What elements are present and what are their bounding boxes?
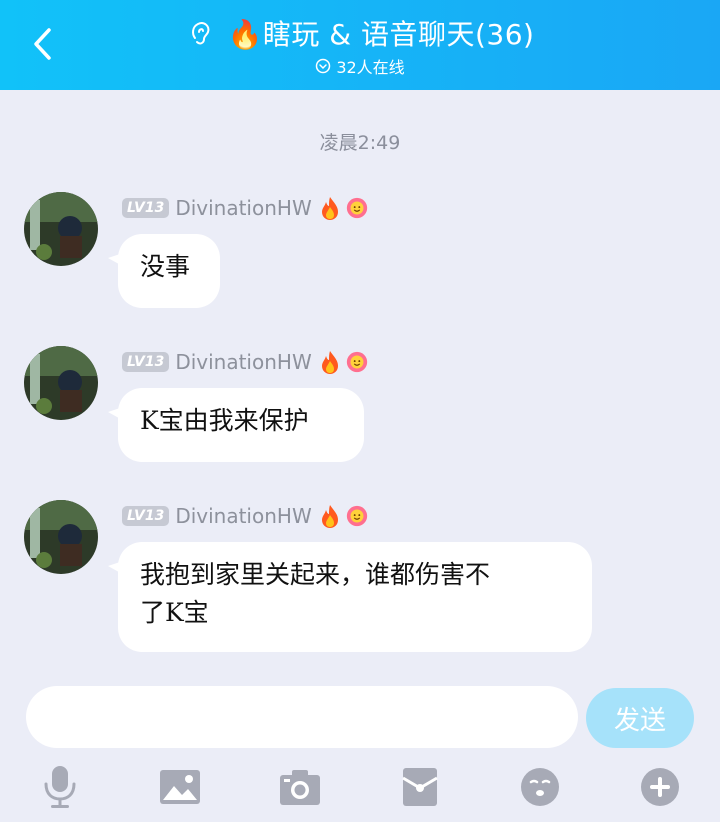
fire-icon [321, 505, 338, 528]
message-timestamp: 凌晨2:49 [319, 132, 401, 154]
fire-icon [321, 197, 338, 220]
image-icon[interactable] [157, 764, 203, 810]
title-row[interactable]: 🔥瞎玩 & 语音聊天(36) [0, 12, 720, 54]
avatar[interactable] [24, 192, 98, 266]
message-bubble[interactable]: K宝由我来保护 [108, 388, 364, 462]
send-button[interactable]: 发送 [586, 688, 694, 748]
sender-nickname[interactable]: DivinationHW [175, 350, 311, 374]
message-bubble[interactable]: 我抱到家里关起来，谁都伤害不 了K宝 [108, 542, 592, 652]
message-text-line: 我抱到家里关起来，谁都伤害不 [140, 560, 491, 589]
microphone-icon[interactable] [37, 764, 83, 810]
plus-icon[interactable] [637, 764, 683, 810]
message-text: 没事 [140, 252, 191, 281]
level-badge: LV13 [122, 198, 170, 218]
red-packet-icon[interactable] [397, 764, 443, 810]
camera-icon[interactable] [277, 764, 323, 810]
level-badge: LV13 [122, 352, 170, 372]
flower-badge-icon [346, 197, 367, 219]
message-text: K宝由我来保护 [140, 406, 309, 435]
sender-nickname[interactable]: DivinationHW [175, 504, 311, 528]
sender-info: LV13 DivinationHW [122, 502, 372, 530]
sender-nickname[interactable]: DivinationHW [175, 196, 311, 220]
sender-info: LV13 DivinationHW [122, 194, 372, 222]
chat-header: 🔥瞎玩 & 语音聊天(36) 32人在线 [0, 0, 720, 90]
message-input[interactable] [26, 686, 578, 748]
fire-icon [321, 351, 338, 374]
flower-badge-icon [346, 505, 367, 527]
avatar[interactable] [24, 346, 98, 420]
group-title: 🔥瞎玩 & 语音聊天(36) [227, 18, 535, 51]
emoji-icon[interactable] [517, 764, 563, 810]
avatar[interactable] [24, 500, 98, 574]
message-bubble[interactable]: 没事 [108, 234, 220, 308]
sender-info: LV13 DivinationHW [122, 348, 372, 376]
online-count: 32人在线 [336, 58, 405, 77]
flower-badge-icon [346, 351, 367, 373]
chevron-down-circle-icon [316, 58, 331, 74]
ear-icon [191, 22, 209, 45]
online-status[interactable]: 32人在线 [0, 54, 720, 78]
message-text-line: 了K宝 [140, 598, 209, 627]
level-badge: LV13 [122, 506, 170, 526]
